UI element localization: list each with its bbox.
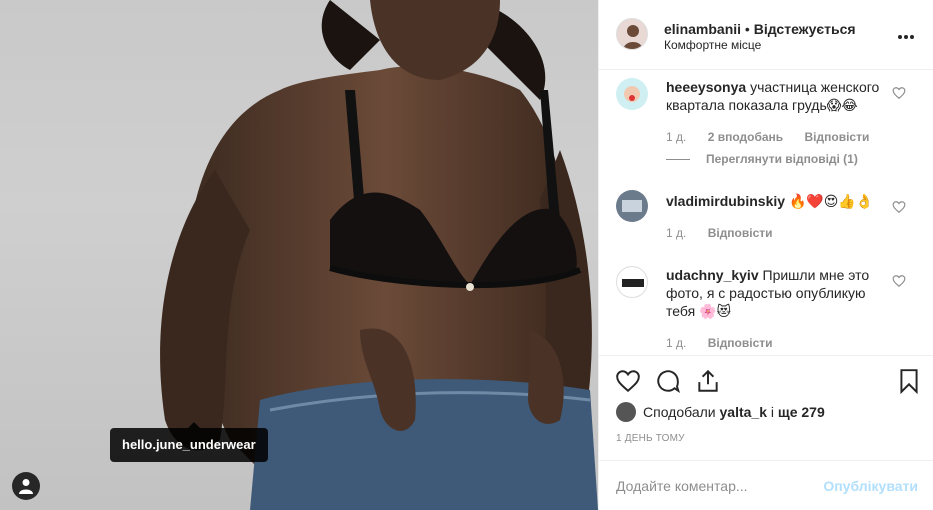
comment-like-icon[interactable] — [892, 86, 906, 100]
comment-text: vladimirdubinskiy 🔥❤️😍👍👌 — [666, 192, 884, 210]
view-replies-button[interactable]: Переглянути відповіді (1) — [666, 152, 858, 166]
follow-status-button[interactable]: Відстежується — [754, 21, 856, 37]
author-avatar[interactable] — [616, 18, 648, 50]
commenter-avatar[interactable] — [616, 266, 648, 298]
comment-icon[interactable] — [655, 368, 681, 394]
reply-button[interactable]: Відповісти — [708, 226, 773, 240]
likes-text: Сподобали yalta_k і ще 279 — [643, 404, 825, 420]
comment-like-icon[interactable] — [892, 200, 906, 214]
post-timestamp[interactable]: 1 ДЕНЬ ТОМУ — [616, 433, 685, 444]
view-replies-label: Переглянути відповіді (1) — [706, 152, 858, 166]
comment-likes[interactable]: 2 вподобань — [708, 130, 783, 144]
replies-line — [666, 159, 690, 161]
comment-composer: Додайте коментар... Опублікувати — [599, 460, 933, 510]
user-tag-label[interactable]: hello.june_underwear — [110, 422, 268, 462]
liker-avatar[interactable] — [616, 402, 636, 422]
comment-input[interactable]: Додайте коментар... — [616, 478, 748, 494]
comment-body: 🔥❤️😍👍👌 — [788, 193, 874, 209]
comment-meta: 1 д. Відповісти — [666, 226, 791, 240]
likes-prefix: Сподобали — [643, 404, 716, 420]
post-header: elinambanii • Відстежується Комфортне мі… — [599, 0, 933, 70]
user-tag-button[interactable] — [12, 472, 40, 500]
comment-time[interactable]: 1 д. — [666, 226, 686, 240]
comment-text: udachny_kyiv Пришли мне это фото, я с ра… — [666, 266, 884, 320]
user-icon — [19, 479, 33, 494]
comment-meta: 1 д. Відповісти — [666, 336, 791, 350]
comment-username[interactable]: heeeysonya — [666, 79, 746, 95]
post-photo[interactable]: hello.june_underwear — [0, 0, 598, 510]
more-options-button[interactable] — [898, 26, 918, 42]
author-username[interactable]: elinambanii — [664, 21, 741, 37]
photo-illustration — [160, 0, 598, 510]
author-line: elinambanii • Відстежується — [664, 21, 856, 37]
comment-username[interactable]: udachny_kyiv — [666, 267, 759, 283]
more-icon — [898, 26, 916, 42]
comment-time[interactable]: 1 д. — [666, 130, 686, 144]
reply-button[interactable]: Відповісти — [805, 130, 870, 144]
likes-mid: і — [770, 404, 774, 420]
comment-meta: 1 д. 2 вподобань Відповісти — [666, 130, 887, 144]
comment-like-icon[interactable] — [892, 274, 906, 288]
bookmark-icon[interactable] — [896, 368, 922, 394]
comment-username[interactable]: vladimirdubinskiy — [666, 193, 785, 209]
likes-count-button[interactable]: ще 279 — [778, 404, 825, 420]
comment-text: heeeysonya участница женского квартала п… — [666, 78, 884, 114]
liker-username[interactable]: yalta_k — [720, 404, 767, 420]
commenter-avatar[interactable] — [616, 190, 648, 222]
commenter-avatar[interactable] — [616, 78, 648, 110]
location-link[interactable]: Комфортне місце — [664, 38, 761, 52]
reply-button[interactable]: Відповісти — [708, 336, 773, 350]
separator-dot: • — [744, 21, 750, 37]
post-comment-button[interactable]: Опублікувати — [823, 478, 918, 494]
post-actions — [599, 356, 933, 404]
comments-list[interactable]: heeeysonya участница женского квартала п… — [599, 70, 933, 356]
heart-icon[interactable] — [615, 368, 641, 394]
share-icon[interactable] — [695, 368, 721, 394]
comment-time[interactable]: 1 д. — [666, 336, 686, 350]
post-side-panel: elinambanii • Відстежується Комфортне мі… — [598, 0, 933, 510]
